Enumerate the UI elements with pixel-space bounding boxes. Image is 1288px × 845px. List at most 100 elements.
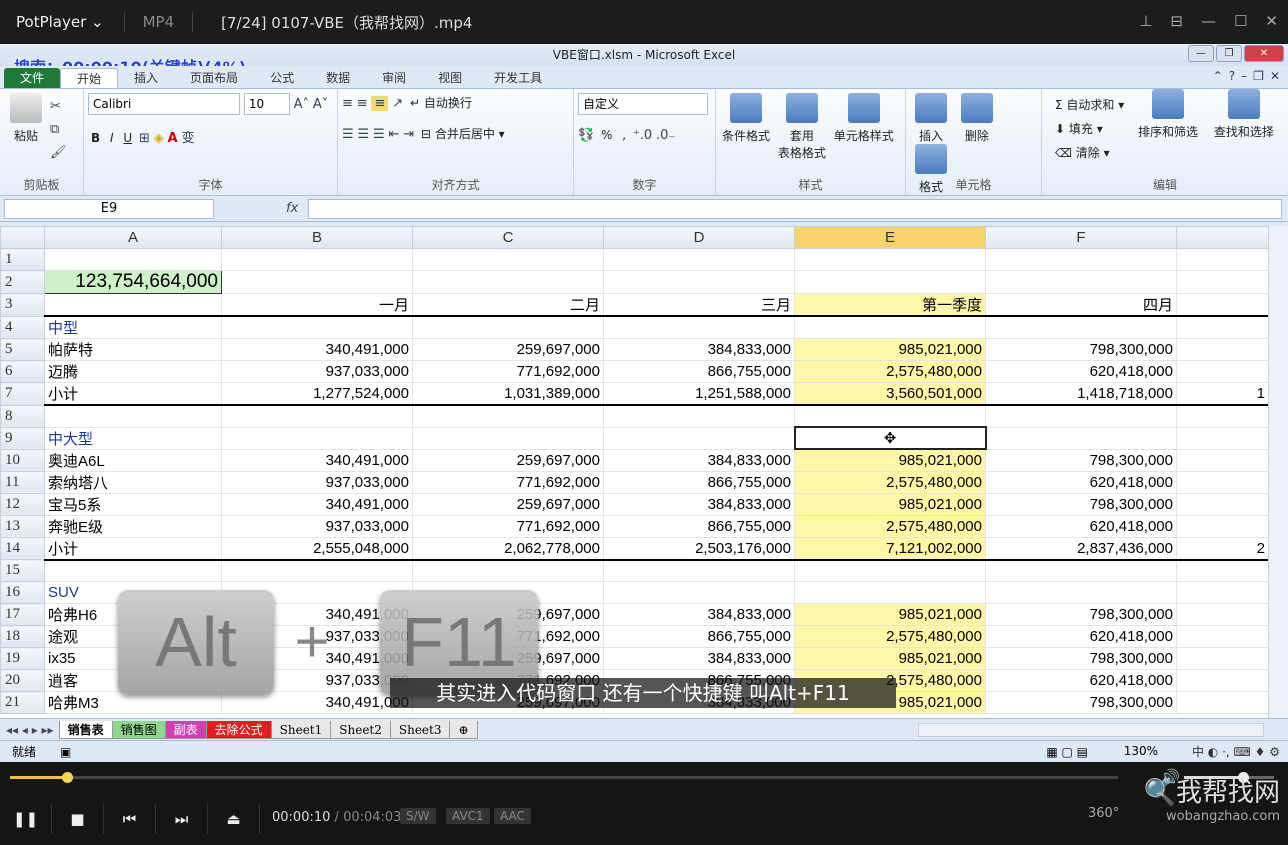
cell[interactable]: 620,418,000 (985, 470, 1177, 494)
row-header[interactable]: 2 (0, 270, 45, 294)
cell[interactable]: 937,033,000 (221, 669, 413, 692)
phonetic-icon[interactable]: 变 (181, 127, 194, 146)
cell[interactable]: SUV (44, 581, 222, 604)
close-icon[interactable]: ✕ (1265, 12, 1278, 30)
doc-restore-icon[interactable]: ❐ (1253, 69, 1264, 83)
cell[interactable] (1176, 315, 1269, 339)
column-header[interactable]: B (221, 226, 413, 249)
cell[interactable] (794, 404, 986, 428)
mini-icon[interactable]: ⊟ (1170, 12, 1183, 30)
cell[interactable] (44, 248, 222, 271)
cell[interactable] (1176, 426, 1269, 450)
cell[interactable] (985, 315, 1177, 339)
row-header[interactable]: 3 (0, 293, 45, 317)
cell[interactable] (44, 293, 222, 317)
macro-record-icon[interactable]: ▣ (60, 745, 71, 759)
cell[interactable] (1176, 603, 1269, 626)
column-header[interactable]: D (603, 226, 795, 249)
cell[interactable] (985, 559, 1177, 582)
row-header[interactable]: 10 (0, 448, 45, 472)
bold-button[interactable]: B (88, 130, 103, 146)
app-menu-button[interactable]: PotPlayer ⌄ (0, 13, 114, 31)
minimize-icon[interactable]: — (1201, 12, 1216, 30)
cell[interactable]: 771,692,000 (412, 514, 604, 538)
cell[interactable]: 798,300,000 (985, 492, 1177, 516)
cell[interactable]: 985,021,000 (794, 603, 986, 626)
autosum-button[interactable]: Σ 自动求和 ▾ (1052, 93, 1127, 117)
cell[interactable]: 小计 (44, 536, 222, 561)
cell[interactable]: 1 (1176, 382, 1269, 406)
row-header[interactable]: 11 (0, 470, 45, 494)
cell[interactable] (1176, 448, 1269, 472)
cell[interactable]: 2,575,480,000 (794, 514, 986, 538)
sort-filter-button[interactable]: 排序和筛选 (1138, 89, 1198, 140)
cell[interactable]: 340,491,000 (221, 492, 413, 516)
row-header[interactable]: 1 (0, 248, 45, 271)
column-header[interactable]: E (794, 226, 986, 249)
cell[interactable] (1176, 470, 1269, 494)
formula-input[interactable] (308, 198, 1282, 219)
cell[interactable]: 宝马5系 (44, 492, 222, 516)
row-header[interactable]: 21 (0, 691, 45, 714)
cell[interactable]: 第一季度 (794, 293, 986, 317)
row-header[interactable]: 12 (0, 492, 45, 516)
cell[interactable] (1176, 559, 1269, 582)
border-icon[interactable]: ⊞ (139, 131, 150, 146)
row-header[interactable]: 14 (0, 536, 45, 560)
cell[interactable]: 途观 (44, 625, 222, 648)
cell[interactable]: 937,033,000 (221, 360, 413, 383)
decrease-indent-icon[interactable]: ⇤ (388, 127, 399, 142)
cell[interactable] (603, 404, 795, 428)
increase-indent-icon[interactable]: ⇥ (403, 127, 414, 142)
cell[interactable] (221, 270, 413, 294)
merge-center-button[interactable]: ⊟ 合并后居中 ▾ (418, 124, 508, 143)
cell[interactable]: 798,300,000 (985, 603, 1177, 626)
cell[interactable] (794, 270, 986, 294)
fx-button[interactable]: fx (286, 201, 298, 216)
row-header[interactable]: 16 (0, 581, 45, 604)
pause-button[interactable]: ❚❚ (0, 810, 51, 828)
cell[interactable]: 259,697,000 (412, 448, 604, 472)
audio-tag[interactable]: AAC (494, 808, 531, 824)
sheet-nav-arrows-icon[interactable]: ◂◂ ◂ ▸ ▸▸ (0, 723, 60, 737)
maximize-icon[interactable]: ☐ (1234, 12, 1247, 30)
next-button[interactable]: ⏭ (156, 810, 207, 828)
cell[interactable]: 384,833,000 (603, 492, 795, 516)
row-header[interactable]: 18 (0, 625, 45, 648)
align-center-icon[interactable]: ☰ (357, 127, 369, 142)
tab-formulas[interactable]: 公式 (254, 68, 310, 88)
cell[interactable]: 340,491,000 (221, 448, 413, 472)
paste-button[interactable]: 粘贴 (10, 93, 42, 144)
cell[interactable] (221, 248, 413, 271)
tab-developer[interactable]: 开发工具 (478, 68, 558, 88)
italic-button[interactable]: I (107, 130, 117, 146)
cell[interactable]: 索纳塔八 (44, 470, 222, 494)
cell[interactable] (1176, 647, 1269, 670)
sheet-tab[interactable]: 销售图 (111, 720, 166, 739)
increase-decimal-icon[interactable]: ⁺.0 (633, 128, 652, 143)
cell[interactable]: 771,692,000 (412, 470, 604, 494)
cell[interactable]: 985,021,000 (794, 448, 986, 472)
cell[interactable] (985, 581, 1177, 604)
align-middle-icon[interactable]: ≡ (357, 96, 368, 111)
cell[interactable] (985, 404, 1177, 428)
cell[interactable] (221, 315, 413, 339)
cell[interactable] (1176, 625, 1269, 648)
find-select-button[interactable]: 查找和选择 (1214, 89, 1274, 140)
cell[interactable]: 帕萨特 (44, 338, 222, 361)
fill-button[interactable]: ⬇ 填充 ▾ (1052, 117, 1106, 141)
delete-cells-button[interactable]: 删除 (960, 93, 993, 144)
help-icon[interactable]: ? (1229, 69, 1235, 83)
cell[interactable]: 迈腾 (44, 360, 222, 383)
cell[interactable]: 二月 (412, 293, 604, 317)
cell[interactable]: 259,697,000 (412, 338, 604, 361)
tab-home[interactable]: 开始 (60, 68, 119, 88)
sheet-tab[interactable]: 副表 (164, 720, 207, 739)
cell[interactable] (1176, 338, 1269, 361)
cell[interactable]: 620,418,000 (985, 360, 1177, 383)
cell[interactable] (412, 270, 604, 294)
cell[interactable] (44, 559, 222, 582)
excel-minimize-button[interactable]: — (1188, 45, 1214, 62)
stop-button[interactable]: ■ (52, 810, 103, 828)
cell[interactable] (412, 315, 604, 339)
